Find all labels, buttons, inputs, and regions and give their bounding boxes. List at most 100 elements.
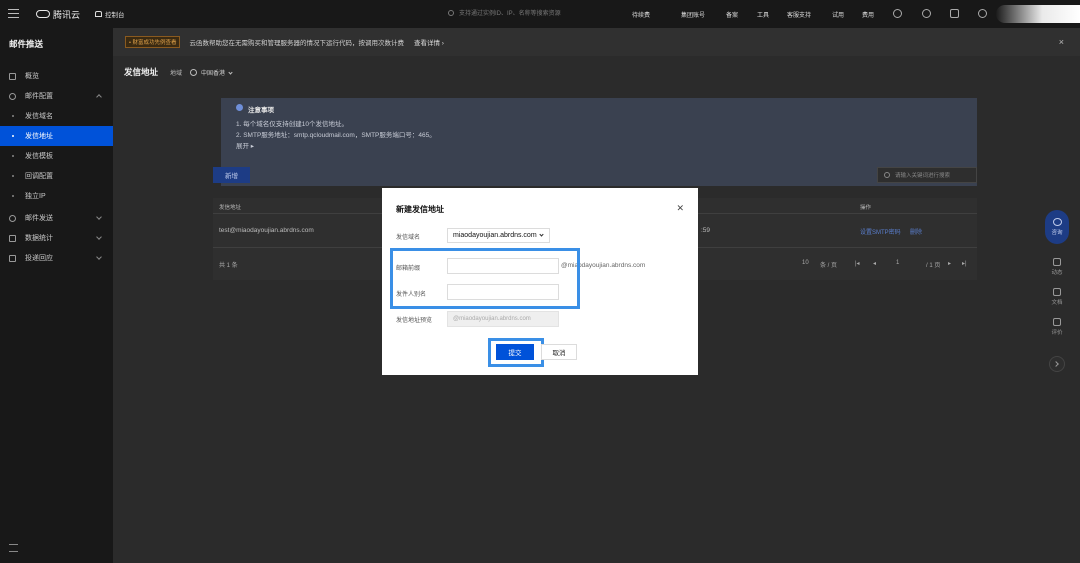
delete-link[interactable]: 删除: [910, 227, 922, 236]
search-input[interactable]: 请输入关键词进行搜索: [877, 167, 977, 183]
close-icon[interactable]: ✕: [676, 203, 684, 214]
float-item-label: 文档: [1051, 300, 1063, 306]
brand-name: 腾讯云: [53, 9, 81, 20]
search-icon: [884, 172, 890, 178]
close-icon[interactable]: ×: [1059, 37, 1064, 47]
top-bar: 腾讯云 控制台 支持通过实例ID、IP、名称等搜索资源 待续费 集团账号 备案 …: [0, 0, 1080, 28]
float-item-docs[interactable]: 文档: [1043, 288, 1071, 306]
nav-group-account[interactable]: 集团账号: [681, 10, 705, 19]
bullet: [12, 155, 14, 157]
globe-icon: [190, 68, 198, 76]
region-selector[interactable]: 中国香港: [201, 68, 225, 77]
page-size-select[interactable]: 10: [802, 260, 809, 266]
notice-tag[interactable]: • 财富成功先例查看: [125, 36, 181, 48]
page-header: 发信地址 地域 中国香港: [124, 66, 233, 78]
nav-renew[interactable]: 待续费: [632, 10, 650, 19]
nav-icp[interactable]: 备案: [726, 10, 738, 19]
expand-arrow-icon[interactable]: [1049, 356, 1065, 372]
consult-label: 咨询: [1051, 230, 1063, 236]
sidebar-item-label: 发信域名: [25, 113, 53, 120]
global-search[interactable]: 支持通过实例ID、IP、名称等搜索资源: [448, 8, 561, 17]
chevron-down-icon: [96, 234, 102, 240]
tips-title: 注意事项: [248, 107, 274, 114]
set-smtp-password-link[interactable]: 设置SMTP密码: [860, 227, 901, 236]
address-preview-field: @miaodayoujian.abrdns.com: [447, 311, 559, 327]
sidebar-item-mail-config[interactable]: 邮件配置: [0, 86, 113, 106]
column-header-actions: 操作: [860, 205, 872, 211]
search-icon: [448, 9, 454, 16]
collapse-sidebar-icon[interactable]: [9, 544, 18, 552]
sidebar-item-dedicated-ip[interactable]: 独立IP: [0, 186, 113, 206]
new-sender-address-dialog: 新建发信地址 ✕ 发信域名 miaodayoujian.abrdns.com 邮…: [382, 188, 698, 375]
last-page-icon[interactable]: ▸|: [962, 260, 967, 267]
consult-button[interactable]: 咨询: [1045, 210, 1069, 244]
dialog-title: 新建发信地址: [396, 205, 444, 214]
next-page-icon[interactable]: ▸: [948, 260, 951, 267]
nav-support[interactable]: 客服支持: [787, 10, 811, 19]
settings-icon: [9, 92, 16, 100]
sidebar-item-label: 数据统计: [25, 235, 53, 242]
gear-icon[interactable]: [978, 9, 987, 18]
sidebar-item-sender-domain[interactable]: 发信域名: [0, 106, 113, 126]
chevron-down-icon: [96, 214, 102, 220]
preview-label: 发信地址预览: [396, 318, 433, 324]
sidebar-item-send-mail[interactable]: 邮件发送: [0, 208, 113, 228]
user-account[interactable]: [996, 5, 1080, 23]
prev-page-icon[interactable]: ◂: [873, 260, 876, 267]
float-item-label: 评价: [1051, 330, 1063, 336]
sidebar-item-delivery[interactable]: 投递回应: [0, 248, 113, 268]
compass-icon[interactable]: [893, 9, 902, 18]
refresh-icon: [1053, 258, 1061, 266]
sidebar-item-template[interactable]: 发信模板: [0, 146, 113, 166]
sidebar-item-label: 概览: [25, 73, 39, 80]
tips-line: 2. SMTP服务地址：smtp.qcloudmail.com，SMTP服务端口…: [236, 132, 436, 139]
chevron-down-icon[interactable]: [228, 69, 233, 75]
region-label: 地域: [170, 70, 183, 77]
domain-select[interactable]: miaodayoujian.abrdns.com: [447, 228, 550, 243]
brand-logo[interactable]: 腾讯云: [36, 8, 80, 20]
sidebar-item-callback[interactable]: 回调配置: [0, 166, 113, 186]
sidebar-item-statistics[interactable]: 数据统计: [0, 228, 113, 248]
notice-bar: • 财富成功先例查看 云函数帮助您在无需购买和管理服务器的情况下运行代码，按调用…: [113, 28, 1080, 56]
info-icon: [236, 104, 243, 111]
bell-icon[interactable]: [922, 9, 931, 18]
menu-icon[interactable]: [8, 9, 19, 18]
feedback-icon: [1053, 318, 1061, 326]
total-count: 共 1 条: [219, 263, 238, 269]
cloud-icon: [36, 10, 50, 18]
float-item-feedback[interactable]: 评价: [1043, 318, 1071, 336]
tips-box: 注意事项 1. 每个域名仅支持创建10个发信地址。 2. SMTP服务地址：sm…: [221, 98, 977, 186]
console-label: 控制台: [105, 12, 125, 19]
cancel-button[interactable]: 取消: [541, 344, 577, 360]
nav-trial[interactable]: 试用: [832, 10, 844, 19]
new-address-button[interactable]: 新增: [213, 167, 250, 183]
sidebar-item-label: 回调配置: [25, 173, 53, 180]
first-page-icon[interactable]: |◂: [855, 260, 860, 267]
highlight-box-fields: [390, 248, 580, 309]
nav-billing[interactable]: 费用: [862, 10, 874, 19]
message-icon[interactable]: [950, 9, 959, 18]
grid-icon: [9, 72, 16, 80]
chevron-down-icon: [96, 254, 102, 260]
sidebar-item-label: 发信模板: [25, 153, 53, 160]
console-link[interactable]: 控制台: [95, 9, 125, 19]
float-item-label: 动态: [1051, 270, 1063, 276]
page-total: / 1 页: [926, 263, 941, 269]
global-search-placeholder: 支持通过实例ID、IP、名称等搜索资源: [459, 11, 561, 17]
submit-button[interactable]: 提交: [496, 344, 534, 360]
bullet: [12, 195, 14, 197]
sidebar-item-label: 邮件发送: [25, 215, 53, 222]
sidebar-title: 邮件推送: [9, 39, 44, 49]
sidebar-item-overview[interactable]: 概览: [0, 66, 113, 86]
chevron-down-icon: [539, 232, 544, 237]
float-item-news[interactable]: 动态: [1043, 258, 1071, 276]
sidebar-item-sender-address[interactable]: 发信地址: [0, 126, 113, 146]
tips-expand-link[interactable]: 展开 ▸: [236, 140, 254, 150]
notice-more-link[interactable]: 查看详情 ›: [414, 37, 444, 47]
page-input[interactable]: 1: [896, 260, 899, 266]
sidebar-item-label: 邮件配置: [25, 93, 53, 100]
bullet: [12, 135, 14, 137]
nav-tools[interactable]: 工具: [757, 10, 769, 19]
home-icon: [95, 11, 102, 17]
search-placeholder: 请输入关键词进行搜索: [895, 173, 951, 179]
